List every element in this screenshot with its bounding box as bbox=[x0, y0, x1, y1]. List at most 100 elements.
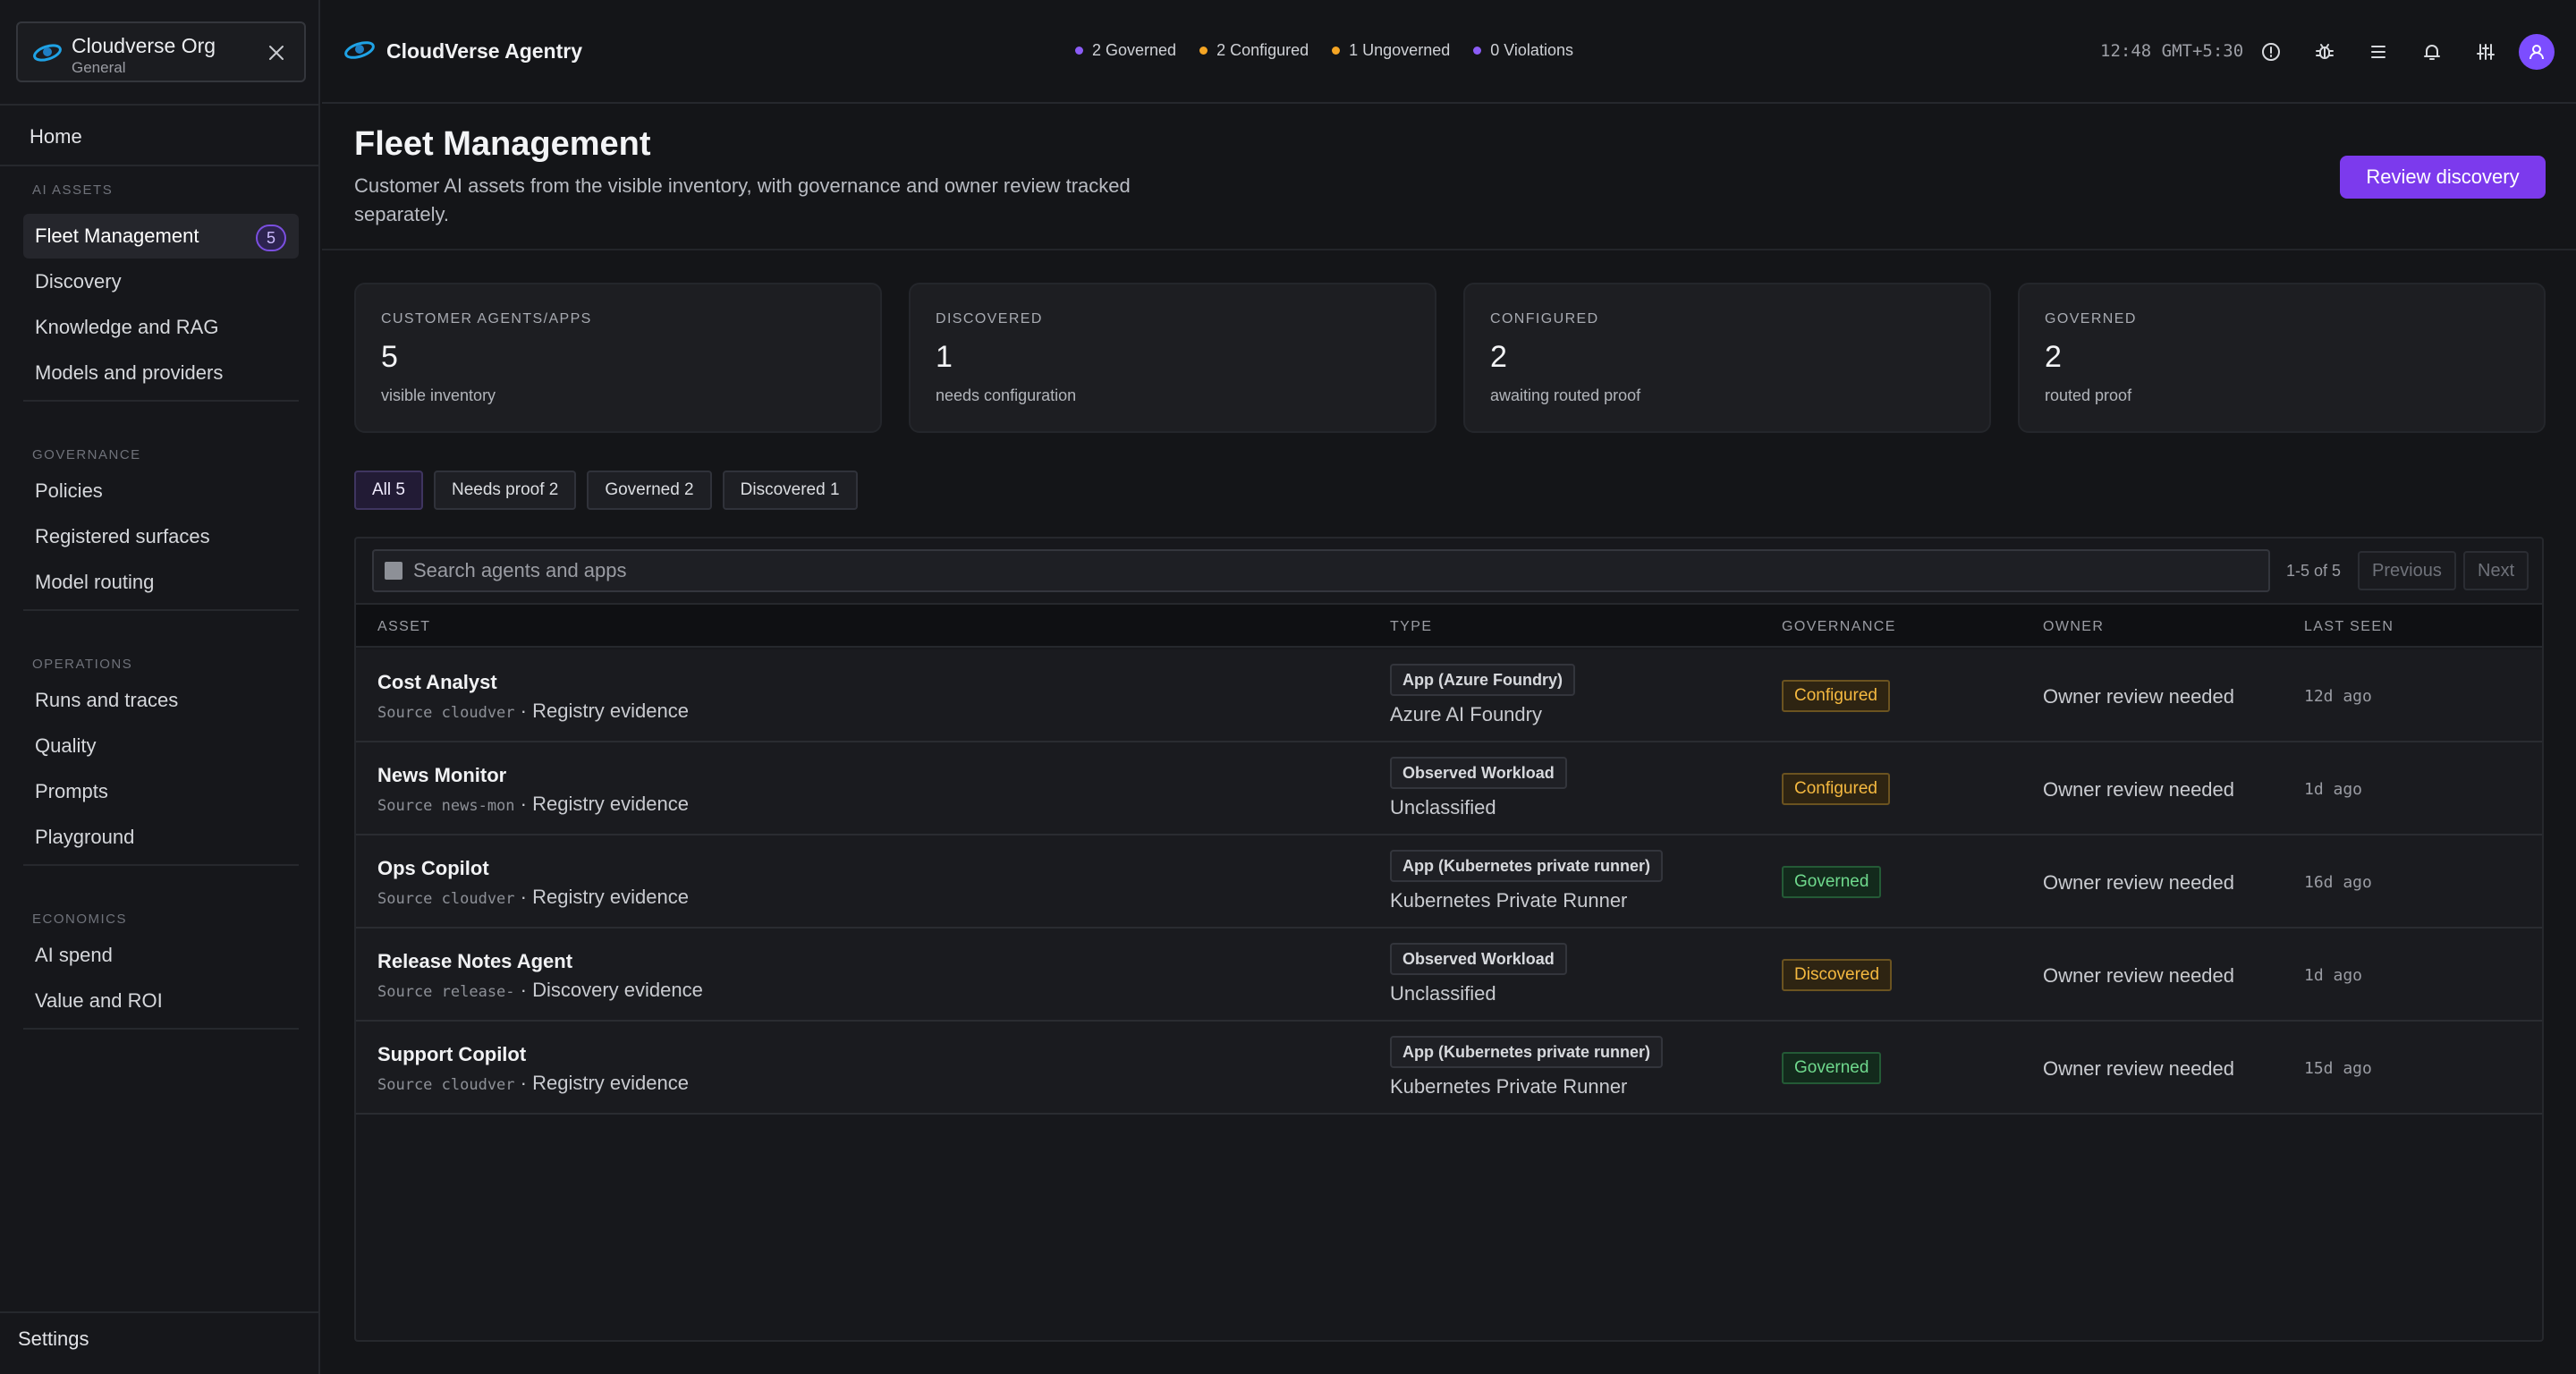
column-header-governance: GOVERNANCE bbox=[1782, 619, 1896, 634]
cloudverse-logo-icon bbox=[344, 41, 375, 59]
source-id: Source news-mon bbox=[377, 797, 515, 815]
stat-card-governed: GOVERNED 2 routed proof bbox=[2018, 283, 2546, 433]
owner-status: Owner review needed bbox=[2043, 685, 2235, 708]
status-governed[interactable]: 2 Governed bbox=[1075, 41, 1176, 60]
status-configured[interactable]: 2 Configured bbox=[1199, 41, 1309, 60]
stat-value: 2 bbox=[1490, 340, 1507, 374]
status-label: 0 Violations bbox=[1490, 41, 1573, 59]
close-icon[interactable] bbox=[267, 43, 286, 63]
governance-badge: Governed bbox=[1782, 866, 1882, 898]
source-id: Source cloudver bbox=[377, 704, 515, 722]
table-row[interactable]: News Monitor Source news-mon · Registry e… bbox=[356, 742, 2542, 835]
filter-governed[interactable]: Governed 2 bbox=[587, 471, 712, 510]
sidebar-item-ai-spend[interactable]: AI spend bbox=[23, 933, 299, 978]
last-seen: 16d ago bbox=[2304, 873, 2372, 892]
section-divider bbox=[23, 1028, 299, 1030]
stat-value: 2 bbox=[2045, 340, 2062, 374]
section-label-operations: OPERATIONS bbox=[32, 657, 133, 672]
table-row[interactable]: Support Copilot Source cloudver · Registr… bbox=[356, 1022, 2542, 1115]
page-subtitle: Customer AI assets from the visible inve… bbox=[354, 174, 1131, 225]
sidebar-item-prompts[interactable]: Prompts bbox=[23, 769, 299, 814]
sidebar-item-policies[interactable]: Policies bbox=[23, 469, 299, 513]
status-label: 2 Governed bbox=[1092, 41, 1177, 59]
stat-caption: needs configuration bbox=[936, 386, 1077, 404]
status-label: 2 Configured bbox=[1216, 41, 1309, 59]
sidebar-item-label: Value and ROI bbox=[35, 989, 163, 1012]
asset-name[interactable]: Support Copilot bbox=[377, 1043, 526, 1066]
sidebar-item-home[interactable]: Home bbox=[30, 125, 82, 148]
sidebar-item-value-roi[interactable]: Value and ROI bbox=[23, 979, 299, 1023]
status-label: 1 Ungoverned bbox=[1349, 41, 1451, 59]
asset-source: Source news-mon · Registry evidence bbox=[377, 793, 689, 816]
assets-table-panel: 1-5 of 5 Previous Next ASSET TYPE GOVERN… bbox=[354, 537, 2544, 1342]
info-icon[interactable] bbox=[2256, 37, 2286, 67]
source-id: Source cloudver bbox=[377, 1076, 515, 1094]
sidebar-item-discovery[interactable]: Discovery bbox=[23, 259, 299, 304]
evidence-label: · Registry evidence bbox=[520, 793, 689, 815]
source-id: Source cloudver bbox=[377, 890, 515, 908]
asset-source: Source release- · Discovery evidence bbox=[377, 979, 703, 1002]
bug-icon[interactable] bbox=[2309, 37, 2340, 67]
section-divider bbox=[23, 864, 299, 866]
sidebar-item-knowledge-rag[interactable]: Knowledge and RAG bbox=[23, 305, 299, 350]
asset-name[interactable]: Ops Copilot bbox=[377, 857, 489, 880]
count-badge: 5 bbox=[256, 225, 286, 251]
status-ungoverned[interactable]: 1 Ungoverned bbox=[1332, 41, 1450, 60]
sidebar-item-label: Knowledge and RAG bbox=[35, 316, 219, 338]
sidebar-item-models-providers[interactable]: Models and providers bbox=[23, 351, 299, 395]
stat-card-discovered: DISCOVERED 1 needs configuration bbox=[909, 283, 1436, 433]
asset-name[interactable]: News Monitor bbox=[377, 764, 506, 787]
asset-source: Source cloudver · Registry evidence bbox=[377, 886, 689, 909]
status-dot bbox=[1199, 47, 1208, 55]
stat-label: DISCOVERED bbox=[936, 311, 1043, 327]
asset-name[interactable]: Release Notes Agent bbox=[377, 950, 572, 973]
page-header: Fleet Management Customer AI assets from… bbox=[322, 106, 2576, 250]
sidebar-item-quality[interactable]: Quality bbox=[23, 724, 299, 768]
filter-all[interactable]: All 5 bbox=[354, 471, 423, 510]
sidebar-item-playground[interactable]: Playground bbox=[23, 815, 299, 860]
sidebar-item-label: Quality bbox=[35, 734, 97, 757]
sidebar-item-registered-surfaces[interactable]: Registered surfaces bbox=[23, 514, 299, 559]
owner-status: Owner review needed bbox=[2043, 871, 2235, 894]
search-input[interactable] bbox=[413, 556, 2256, 585]
asset-name[interactable]: Cost Analyst bbox=[377, 671, 497, 694]
type-subtitle: Kubernetes Private Runner bbox=[1390, 889, 1628, 912]
section-label-governance: GOVERNANCE bbox=[32, 447, 141, 462]
sidebar-item-label: Policies bbox=[35, 479, 103, 502]
sliders-icon[interactable] bbox=[2470, 37, 2501, 67]
user-icon bbox=[2529, 45, 2544, 60]
table-header: ASSET TYPE GOVERNANCE OWNER LAST SEEN bbox=[356, 603, 2542, 648]
cloudverse-logo-icon bbox=[33, 44, 62, 62]
user-avatar[interactable] bbox=[2519, 34, 2555, 70]
sidebar-item-label: Prompts bbox=[35, 780, 108, 802]
type-tag: Observed Workload bbox=[1390, 757, 1567, 789]
asset-source: Source cloudver · Registry evidence bbox=[377, 700, 689, 723]
stat-card-configured: CONFIGURED 2 awaiting routed proof bbox=[1463, 283, 1991, 433]
stat-label: GOVERNED bbox=[2045, 311, 2137, 327]
status-violations[interactable]: 0 Violations bbox=[1473, 41, 1573, 60]
sidebar-item-label: Fleet Management bbox=[35, 225, 199, 247]
section-label-economics: ECONOMICS bbox=[32, 912, 128, 927]
sidebar-item-model-routing[interactable]: Model routing bbox=[23, 560, 299, 605]
owner-status: Owner review needed bbox=[2043, 1057, 2235, 1080]
type-subtitle: Azure AI Foundry bbox=[1390, 703, 1542, 725]
last-seen: 1d ago bbox=[2304, 780, 2363, 799]
review-discovery-button[interactable]: Review discovery bbox=[2340, 156, 2546, 199]
sidebar-item-fleet-management[interactable]: Fleet Management 5 bbox=[23, 214, 299, 259]
owner-status: Owner review needed bbox=[2043, 778, 2235, 801]
stat-value: 1 bbox=[936, 340, 953, 374]
filter-discovered[interactable]: Discovered 1 bbox=[722, 471, 858, 510]
filter-needs-proof[interactable]: Needs proof 2 bbox=[433, 471, 577, 510]
sidebar-item-settings[interactable]: Settings bbox=[18, 1327, 89, 1351]
evidence-label: · Discovery evidence bbox=[520, 979, 703, 1001]
previous-page-button[interactable]: Previous bbox=[2358, 551, 2456, 590]
list-icon[interactable] bbox=[2363, 37, 2394, 67]
bell-icon[interactable] bbox=[2417, 37, 2447, 67]
table-row[interactable]: Ops Copilot Source cloudver · Registry ev… bbox=[356, 835, 2542, 929]
last-seen: 1d ago bbox=[2304, 966, 2363, 985]
next-page-button[interactable]: Next bbox=[2463, 551, 2529, 590]
table-row[interactable]: Cost Analyst Source cloudver · Registry e… bbox=[356, 649, 2542, 742]
table-row[interactable]: Release Notes Agent Source release- · Dis… bbox=[356, 929, 2542, 1022]
sidebar-item-runs-traces[interactable]: Runs and traces bbox=[23, 678, 299, 723]
org-switcher[interactable]: Cloudverse Org General bbox=[16, 21, 306, 82]
